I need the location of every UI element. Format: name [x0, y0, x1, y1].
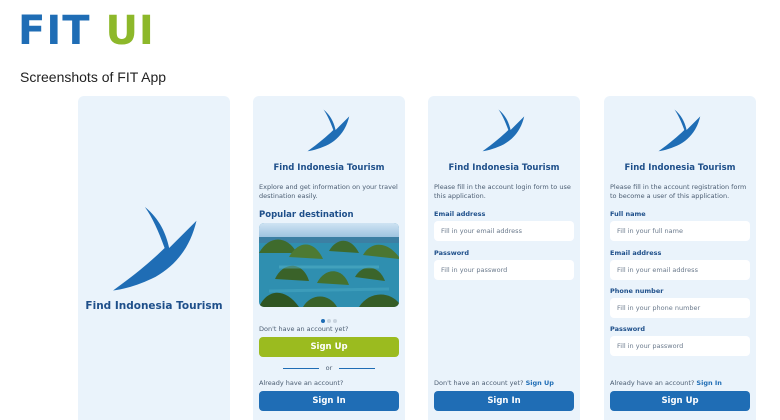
email-field[interactable]: Fill in your email address	[610, 260, 750, 280]
signup-button[interactable]: Sign Up	[259, 337, 399, 357]
destination-photo[interactable]	[259, 223, 399, 307]
carousel-dot[interactable]	[333, 319, 337, 323]
signin-button[interactable]: Sign In	[259, 391, 399, 411]
app-name: Find Indonesia Tourism	[273, 163, 385, 173]
welcome-screen: Find Indonesia Tourism Explore and get i…	[253, 96, 405, 420]
or-label: or	[325, 364, 333, 372]
signup-button[interactable]: Sign Up	[610, 391, 750, 411]
password-field[interactable]: Fill in your password	[434, 260, 574, 280]
brand-part-2: UI	[105, 8, 155, 54]
section-title: Popular destination	[259, 210, 354, 220]
brand-part-1: FIT	[18, 8, 91, 54]
fullname-field[interactable]: Fill in your full name	[610, 221, 750, 241]
register-description: Please fill in the account registration …	[610, 183, 747, 200]
no-account-text: Don't have an account yet?	[259, 325, 349, 333]
email-field[interactable]: Fill in your email address	[434, 221, 574, 241]
login-description: Please fill in the account login form to…	[434, 183, 571, 200]
bird-logo-icon	[307, 109, 350, 152]
register-screen: Find Indonesia Tourism Please fill in th…	[604, 96, 756, 420]
phone-field[interactable]: Fill in your phone number	[610, 298, 750, 318]
destination-image	[259, 223, 399, 307]
app-name: Find Indonesia Tourism	[85, 300, 223, 312]
page-subtitle: Screenshots of FIT App	[20, 69, 167, 85]
bird-logo-icon	[113, 207, 197, 291]
no-account-line: Don't have an account yet? Sign Up	[434, 379, 554, 387]
app-name: Find Indonesia Tourism	[624, 163, 736, 173]
no-account-text: Don't have an account yet?	[434, 379, 524, 387]
password-label: Password	[434, 249, 470, 257]
password-label: Password	[610, 325, 646, 333]
signup-link[interactable]: Sign Up	[526, 379, 554, 387]
email-label: Email address	[434, 210, 486, 218]
carousel-dot[interactable]	[321, 319, 325, 323]
have-account-line: Already have an account? Sign In	[610, 379, 722, 387]
bird-logo-icon	[658, 109, 701, 152]
signin-link[interactable]: Sign In	[696, 379, 722, 387]
have-account-text: Already have an account?	[259, 379, 344, 387]
bird-logo-icon	[482, 109, 525, 152]
splash-screen: Find Indonesia Tourism	[78, 96, 230, 420]
login-screen: Find Indonesia Tourism Please fill in th…	[428, 96, 580, 420]
email-label: Email address	[610, 249, 662, 257]
divider-right	[339, 368, 375, 369]
fullname-label: Full name	[610, 210, 646, 218]
have-account-text: Already have an account?	[610, 379, 695, 387]
welcome-description: Explore and get information on your trav…	[259, 183, 398, 200]
phone-label: Phone number	[610, 287, 664, 295]
signin-button[interactable]: Sign In	[434, 391, 574, 411]
carousel-dot[interactable]	[327, 319, 331, 323]
fit-ui-logo: FIT UI	[18, 8, 155, 54]
app-name: Find Indonesia Tourism	[448, 163, 560, 173]
password-field[interactable]: Fill in your password	[610, 336, 750, 356]
